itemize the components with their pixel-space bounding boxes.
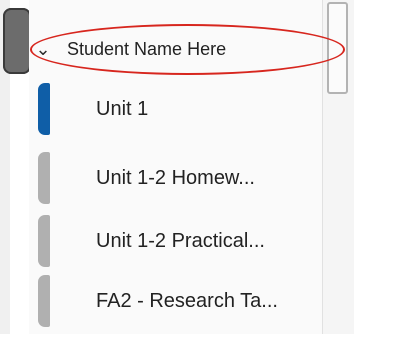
- chevron-down-icon[interactable]: ⌄: [29, 23, 57, 75]
- student-name-label: Student Name Here: [67, 38, 227, 59]
- page-color-tab: [38, 152, 50, 204]
- page-item-label: Unit 1-2 Practical...: [96, 229, 265, 252]
- page-color-tab: [38, 275, 50, 327]
- page-item-label: Unit 1: [96, 97, 149, 120]
- page-item-unit-1-2-practical[interactable]: Unit 1-2 Practical...: [30, 213, 322, 269]
- page-item-label: Unit 1-2 Homew...: [96, 166, 255, 189]
- page-item-unit-1-2-homework[interactable]: Unit 1-2 Homew...: [30, 150, 322, 206]
- section-tab[interactable]: [3, 8, 31, 74]
- vertical-scrollbar[interactable]: [322, 0, 354, 338]
- scrollbar-thumb[interactable]: [327, 2, 348, 94]
- onenote-sidebar-screen: ⌄ Student Name Here Unit 1 Unit 1-2 Home…: [0, 0, 400, 338]
- page-color-tab: [38, 215, 50, 267]
- page-color-tab: [38, 83, 50, 135]
- page-item-label: FA2 - Research Ta...: [96, 289, 278, 312]
- page-item-unit-1[interactable]: Unit 1: [30, 81, 322, 137]
- student-section-header[interactable]: ⌄ Student Name Here: [29, 23, 324, 75]
- bottom-divider: [0, 334, 400, 338]
- page-item-fa2-research[interactable]: FA2 - Research Ta...: [30, 273, 322, 329]
